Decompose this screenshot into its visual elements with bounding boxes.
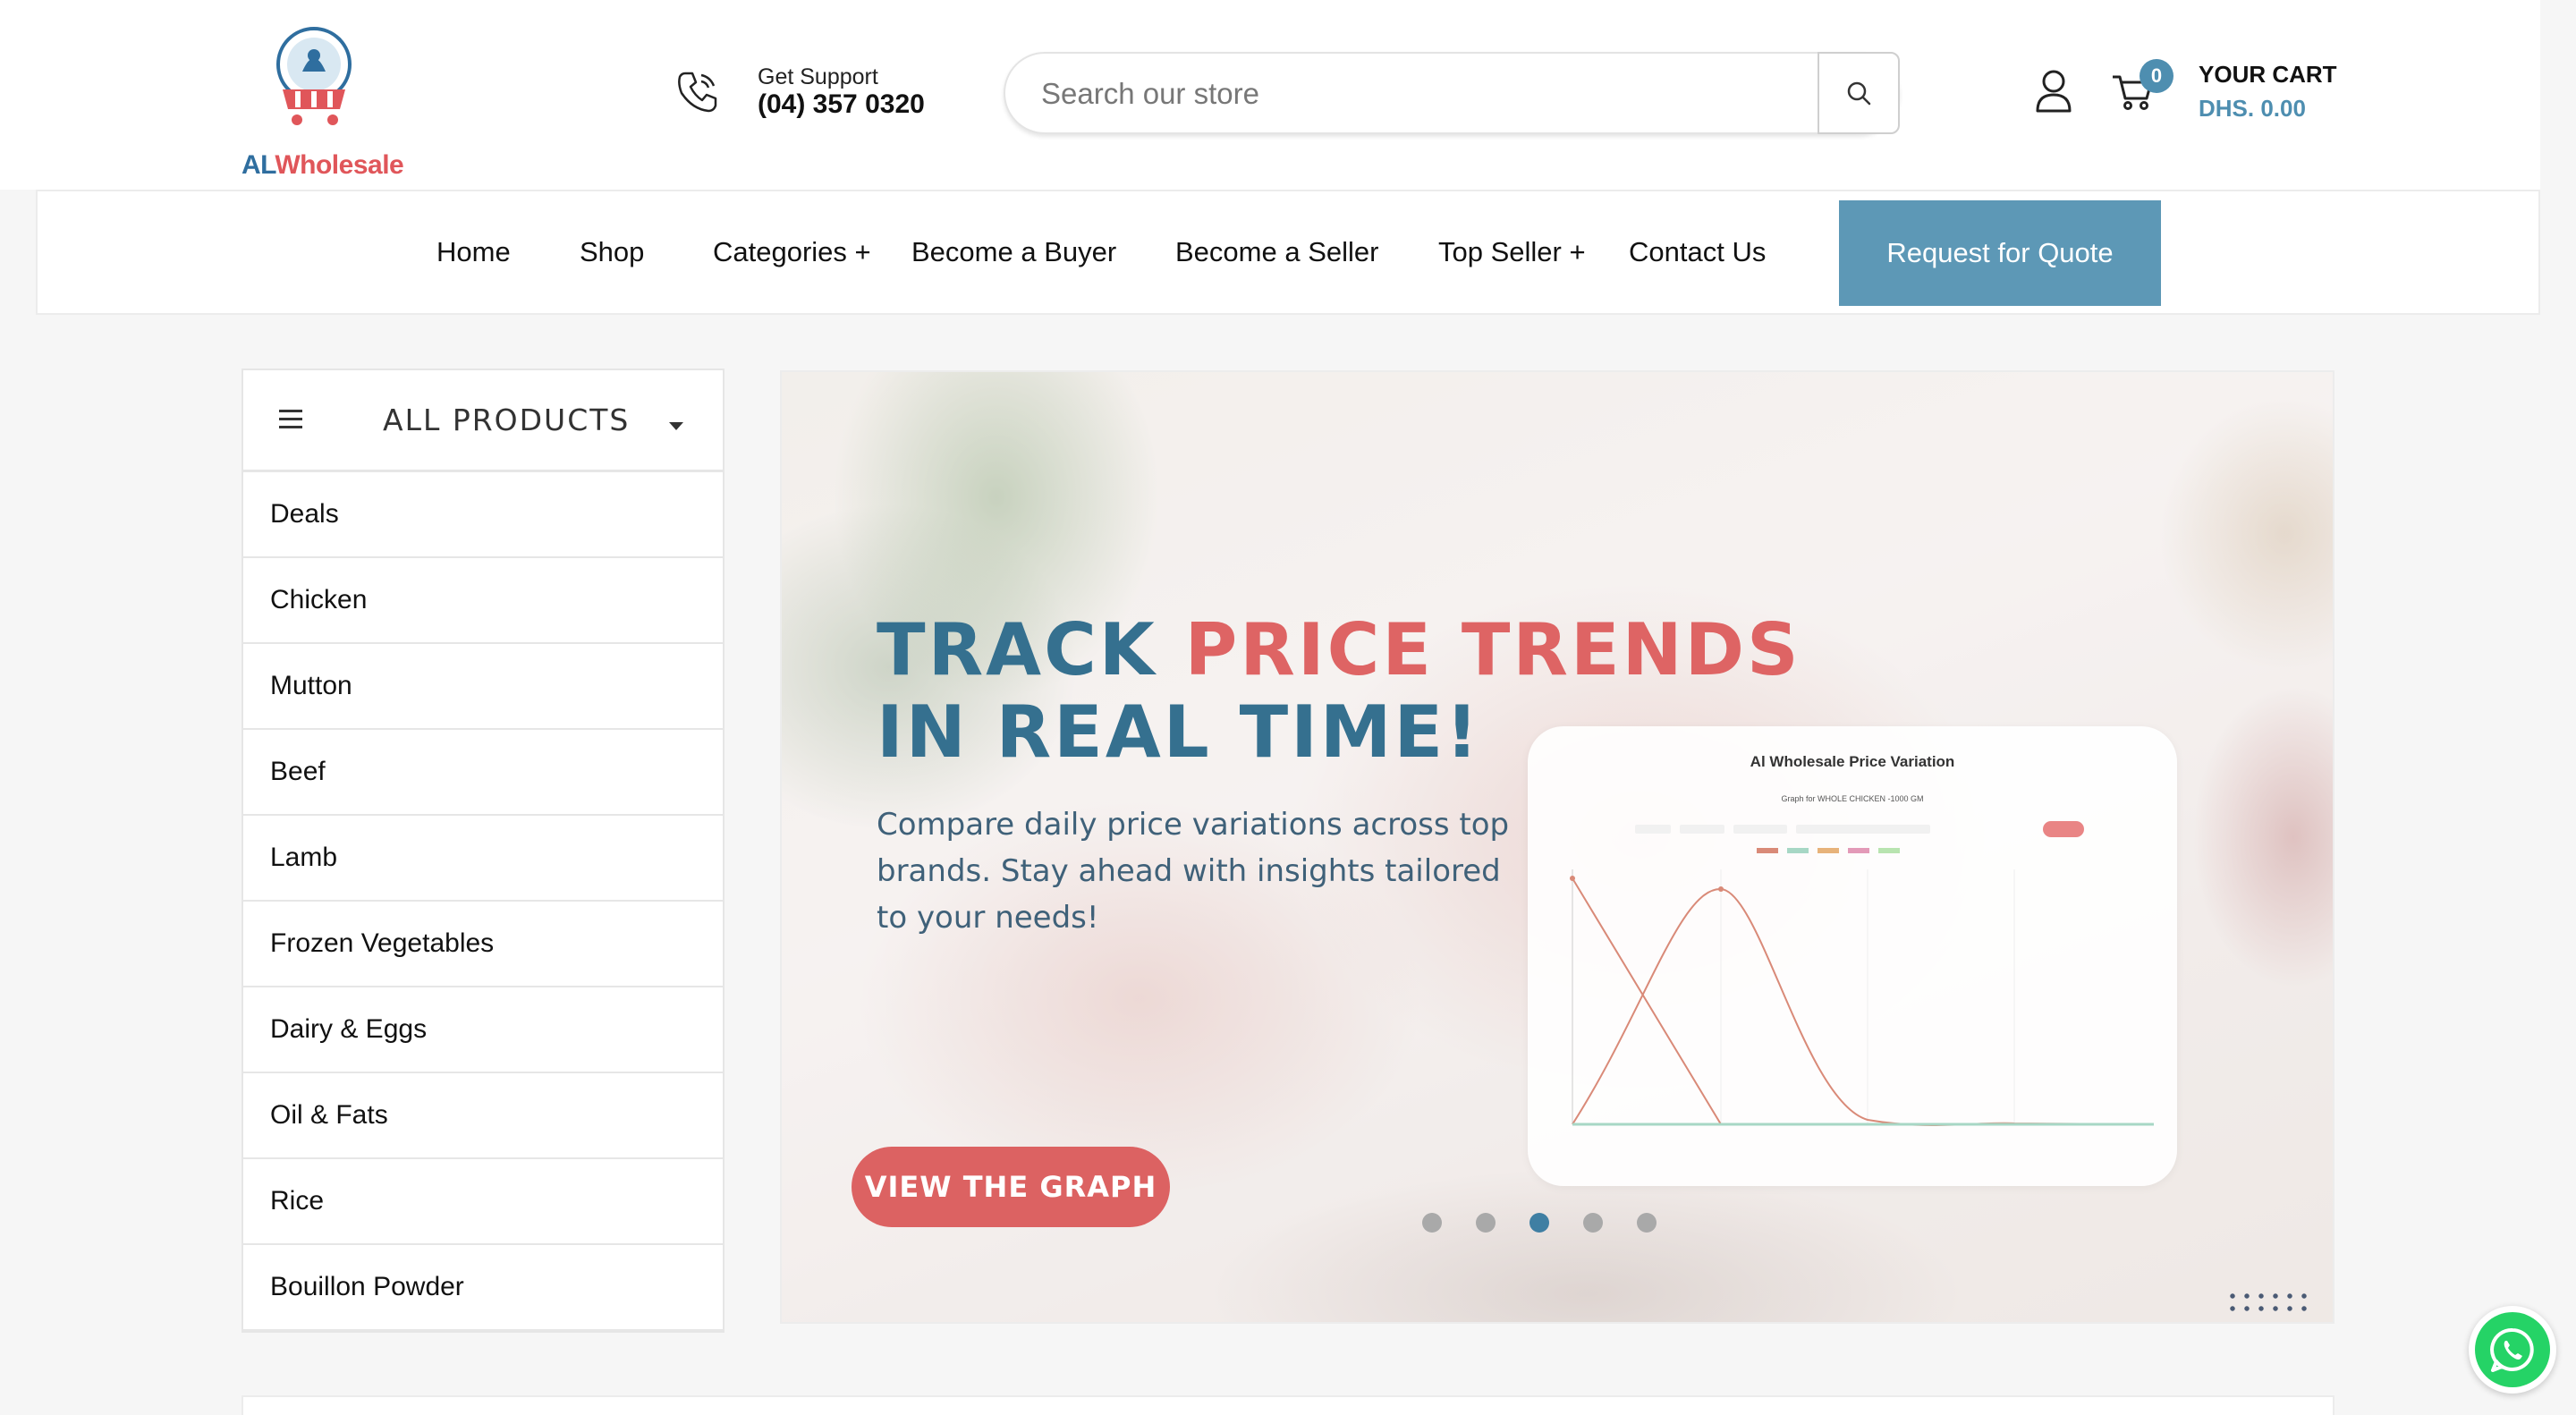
cart-total: DHS. 0.00 bbox=[2199, 95, 2306, 122]
support-phone[interactable]: (04) 357 0320 bbox=[758, 89, 925, 120]
whatsapp-icon bbox=[2490, 1327, 2534, 1372]
all-products-toggle[interactable]: ALL PRODUCTS bbox=[243, 370, 723, 472]
hero-subtitle: Compare daily price variations across to… bbox=[877, 807, 1510, 936]
category-bouillon-powder[interactable]: Bouillon Powder bbox=[243, 1245, 723, 1331]
search-button[interactable] bbox=[1818, 52, 1900, 134]
whatsapp-chat-button[interactable] bbox=[2469, 1306, 2556, 1394]
user-account-icon[interactable] bbox=[2034, 68, 2073, 114]
carousel-dot-5[interactable] bbox=[1637, 1213, 1657, 1233]
hero-title-price-trends: PRICE TRENDS bbox=[1184, 608, 1801, 691]
logo-wordmark: ALWholesale bbox=[242, 150, 404, 181]
cart-count-badge: 0 bbox=[2140, 59, 2174, 93]
category-oil-fats[interactable]: Oil & Fats bbox=[243, 1073, 723, 1159]
nav-top-seller[interactable]: Top Seller + bbox=[1438, 236, 1586, 268]
nav-become-buyer[interactable]: Become a Buyer bbox=[911, 236, 1116, 268]
site-header: ALWholesale Get Support (04) 357 0320 0 … bbox=[0, 0, 2540, 190]
category-lamb[interactable]: Lamb bbox=[243, 816, 723, 902]
search-icon bbox=[1847, 81, 1871, 106]
category-deals[interactable]: Deals bbox=[243, 472, 723, 558]
carousel-dot-4[interactable] bbox=[1583, 1213, 1603, 1233]
request-quote-button[interactable]: Request for Quote bbox=[1839, 200, 2161, 306]
logo-icon bbox=[276, 27, 352, 125]
site-logo[interactable]: ALWholesale bbox=[238, 20, 404, 180]
carousel-dot-1[interactable] bbox=[1422, 1213, 1442, 1233]
support-contact[interactable]: Get Support (04) 357 0320 bbox=[673, 61, 941, 123]
carousel-dot-2[interactable] bbox=[1476, 1213, 1496, 1233]
hero-banner[interactable]: TRACK PRICE TRENDS IN REAL TIME! Compare… bbox=[780, 370, 2334, 1324]
graph-title: Al Wholesale Price Variation bbox=[1750, 753, 1955, 770]
category-list: Deals Chicken Mutton Beef Lamb Frozen Ve… bbox=[243, 472, 723, 1331]
main-nav: Home Shop Categories + Become a Buyer Be… bbox=[36, 190, 2540, 315]
nav-home[interactable]: Home bbox=[436, 236, 511, 268]
carousel-dot-3[interactable] bbox=[1530, 1213, 1549, 1233]
decorative-dot-pattern bbox=[2225, 1290, 2309, 1317]
hero-title-line2: IN REAL TIME! bbox=[877, 691, 1481, 774]
hero-title-track: TRACK bbox=[877, 608, 1185, 691]
search-bar bbox=[1004, 52, 1900, 134]
category-sidebar: ALL PRODUCTS Deals Chicken Mutton Beef L… bbox=[242, 369, 724, 1333]
search-input[interactable] bbox=[1041, 72, 1792, 116]
category-mutton[interactable]: Mutton bbox=[243, 644, 723, 730]
support-label: Get Support bbox=[758, 64, 878, 89]
nav-contact-us[interactable]: Contact Us bbox=[1629, 236, 1766, 268]
category-dairy-eggs[interactable]: Dairy & Eggs bbox=[243, 987, 723, 1073]
graph-subtitle: Graph for WHOLE CHICKEN -1000 GM bbox=[1781, 794, 1924, 803]
hamburger-icon bbox=[279, 410, 302, 429]
category-beef[interactable]: Beef bbox=[243, 730, 723, 816]
nav-become-seller[interactable]: Become a Seller bbox=[1175, 236, 1378, 268]
cart-title[interactable]: YOUR CART bbox=[2199, 61, 2337, 89]
caret-down-icon bbox=[669, 422, 683, 430]
price-graph-image bbox=[1570, 821, 2155, 1127]
category-rice[interactable]: Rice bbox=[243, 1159, 723, 1245]
view-graph-button[interactable]: VIEW THE GRAPH bbox=[852, 1147, 1170, 1227]
sidebar-title: ALL PRODUCTS bbox=[383, 402, 631, 437]
hero-title-line1: TRACK PRICE TRENDS bbox=[877, 608, 1801, 691]
category-chicken[interactable]: Chicken bbox=[243, 558, 723, 644]
category-frozen-vegetables[interactable]: Frozen Vegetables bbox=[243, 902, 723, 987]
price-graph-preview: Al Wholesale Price Variation Graph for W… bbox=[1528, 726, 2177, 1186]
next-section-edge bbox=[242, 1395, 2334, 1415]
logo-text-al: AL bbox=[242, 150, 275, 180]
nav-shop[interactable]: Shop bbox=[580, 236, 644, 268]
phone-icon bbox=[678, 72, 717, 113]
logo-text-wholesale: Wholesale bbox=[275, 150, 404, 180]
nav-categories[interactable]: Categories + bbox=[713, 236, 871, 268]
